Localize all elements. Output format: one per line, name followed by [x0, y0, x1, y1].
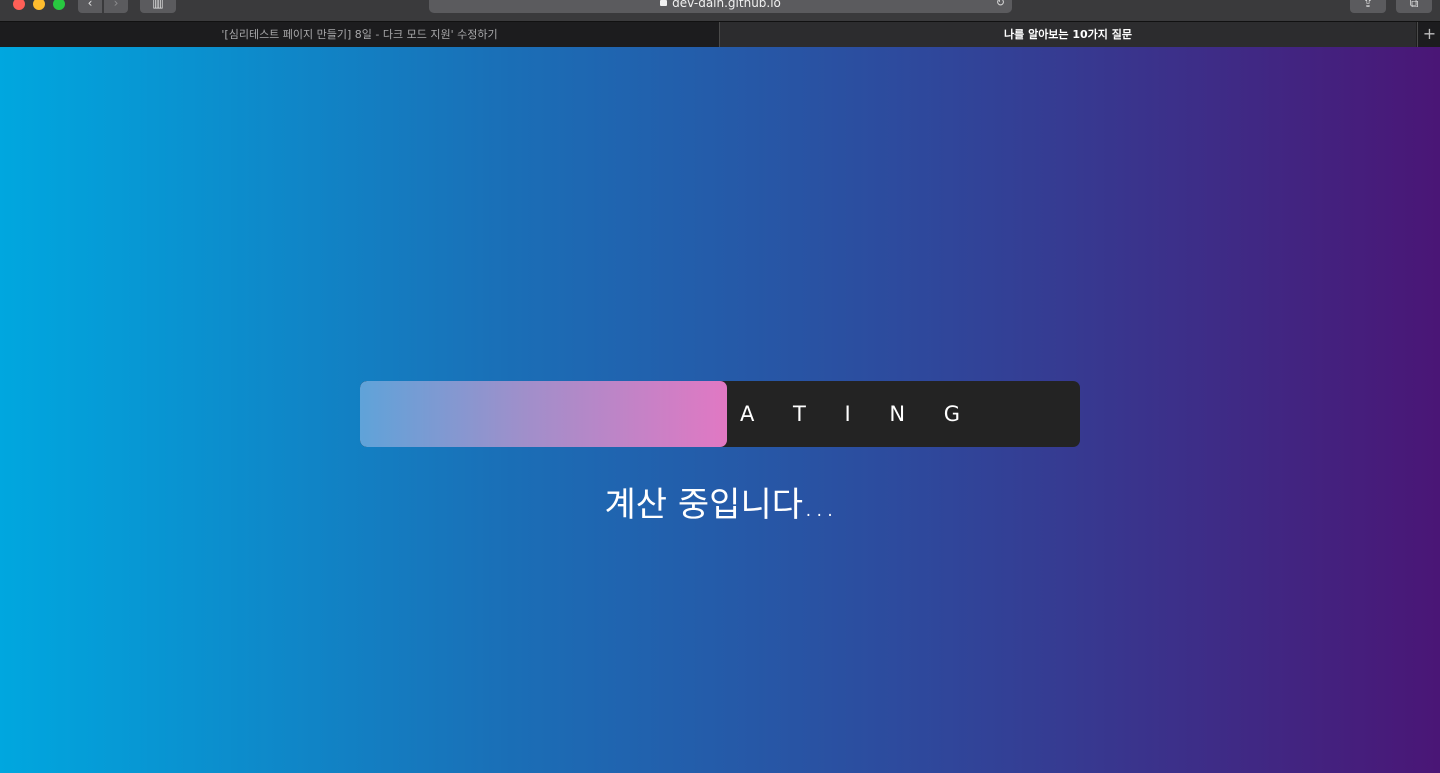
progress-bar-fill: [360, 381, 728, 447]
minimize-window-button[interactable]: [33, 0, 45, 10]
browser-toolbar: ‹ › ▥ dev-dain.github.io ↻ ⇪ ⧉: [0, 0, 1440, 21]
tab-label: '[심리테스트 페이지 만들기] 8일 - 다크 모드 지원' 수정하기: [221, 28, 498, 41]
lock-icon: [660, 0, 668, 6]
share-button[interactable]: ⇪: [1350, 0, 1386, 13]
sidebar-icon: ▥: [152, 0, 164, 10]
address-bar[interactable]: dev-dain.github.io ↻: [429, 0, 1012, 13]
new-tab-button[interactable]: +: [1417, 22, 1440, 47]
loading-page: A T I N G 계산 중입니다...: [0, 47, 1440, 773]
sidebar-toggle-button[interactable]: ▥: [140, 0, 176, 13]
back-button[interactable]: ‹: [78, 0, 102, 13]
progress-label: A T I N G: [740, 402, 977, 426]
tab-ten-questions[interactable]: 나를 알아보는 10가지 질문: [720, 22, 1416, 47]
tab-label: 나를 알아보는 10가지 질문: [1004, 28, 1132, 41]
tab-overview-icon: ⧉: [1409, 0, 1419, 10]
chevron-left-icon: ‹: [87, 0, 93, 10]
plus-icon: +: [1422, 24, 1437, 43]
url-text: dev-dain.github.io: [672, 0, 781, 10]
calculating-status-text: 계산 중입니다...: [604, 485, 836, 525]
reload-icon[interactable]: ↻: [996, 0, 1005, 13]
forward-button[interactable]: ›: [104, 0, 128, 13]
tab-overview-button[interactable]: ⧉: [1396, 0, 1432, 13]
tab-bar: '[심리테스트 페이지 만들기] 8일 - 다크 모드 지원' 수정하기 나를 …: [0, 21, 1440, 48]
tab-edit-post[interactable]: '[심리테스트 페이지 만들기] 8일 - 다크 모드 지원' 수정하기: [0, 22, 720, 47]
chevron-right-icon: ›: [113, 0, 119, 10]
browser-window: ‹ › ▥ dev-dain.github.io ↻ ⇪ ⧉ '[심리테스트 페…: [0, 0, 1440, 773]
close-window-button[interactable]: [13, 0, 25, 10]
zoom-window-button[interactable]: [53, 0, 65, 10]
share-icon: ⇪: [1362, 0, 1374, 10]
